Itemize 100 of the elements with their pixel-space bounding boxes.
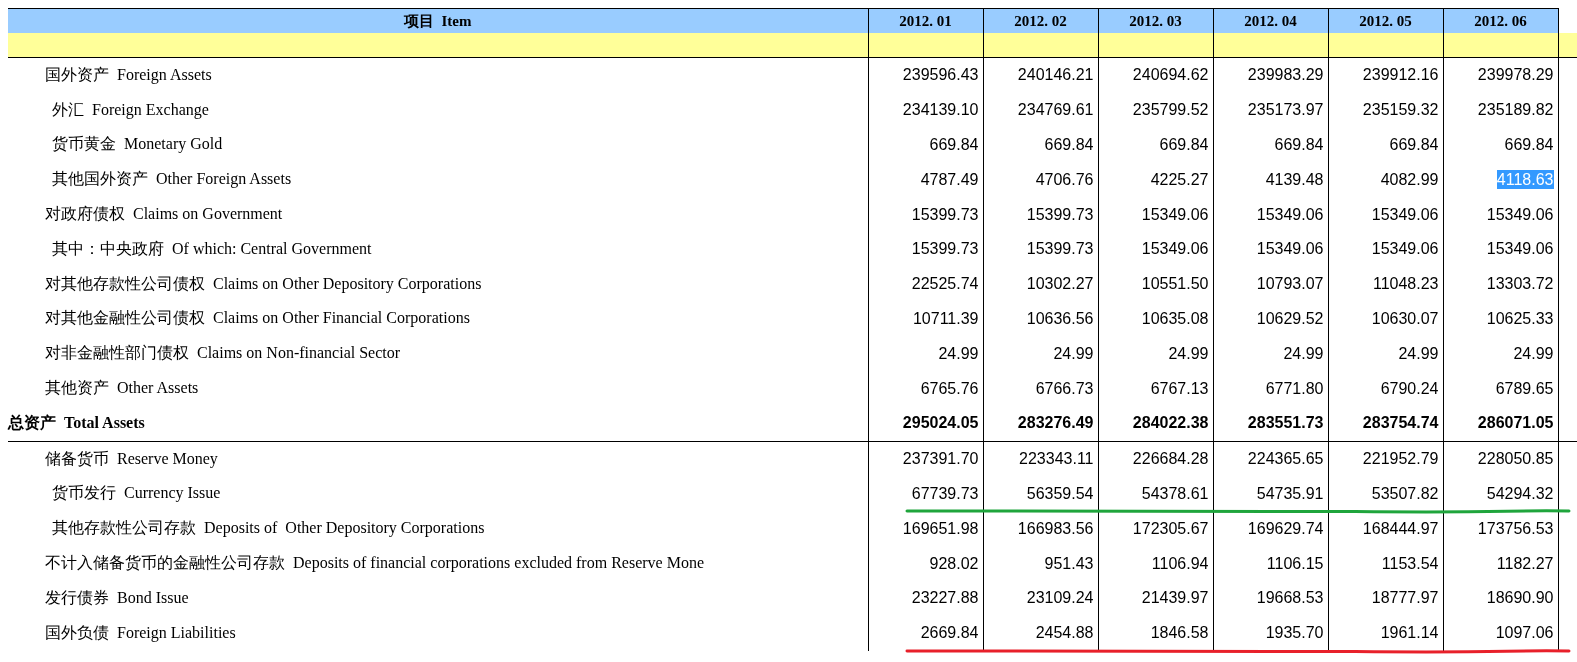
table-cell: 24.99 <box>938 343 979 363</box>
table-cell: 239596.43 <box>902 65 979 85</box>
table-cell: 239983.29 <box>1247 65 1324 85</box>
table-cell: 54378.61 <box>1141 483 1209 503</box>
table-cell: 15349.06 <box>1371 204 1439 224</box>
table-cell: 239978.29 <box>1477 65 1554 85</box>
table-cell: 669.84 <box>1274 135 1324 154</box>
table-cell: 4139.48 <box>1265 169 1324 189</box>
row-label: 对其他存款性公司债权 Claims on Other Depository Corporations <box>45 274 482 292</box>
table-cell: 6767.13 <box>1150 378 1209 398</box>
table-cell: 24.99 <box>1513 343 1554 363</box>
table-cell: 6765.76 <box>920 378 979 398</box>
table-cell: 166983.56 <box>1017 518 1094 538</box>
table-cell: 19668.53 <box>1256 588 1324 608</box>
table-cell: 169629.74 <box>1247 518 1324 538</box>
table-cell: 15349.06 <box>1256 204 1324 224</box>
table-cell: 15349.06 <box>1486 204 1554 224</box>
table-cell: 283551.73 <box>1247 413 1324 433</box>
row-label: 其他存款性公司存款 Deposits of Other Depository Corporations <box>52 519 485 537</box>
row-label: 对非金融性部门债权 Claims on Non-financial Sector <box>45 344 401 362</box>
table-cell: 67739.73 <box>911 483 979 503</box>
row-label: 货币黄金 Monetary Gold <box>52 135 223 153</box>
column-header: 项目 Item <box>8 8 868 33</box>
table-cell: 6789.65 <box>1495 378 1554 398</box>
table-cell: 226684.28 <box>1132 449 1209 469</box>
row-label: 货币发行 Currency Issue <box>52 484 221 502</box>
table-cell: 1182.27 <box>1496 553 1554 573</box>
table-cell: 24.99 <box>1168 343 1209 363</box>
table-cell: 1106.15 <box>1266 553 1324 573</box>
table-cell: 283276.49 <box>1017 413 1094 433</box>
row-label: 总资产 Total Assets <box>8 413 145 431</box>
table-cell: 1935.70 <box>1265 623 1324 643</box>
table-cell: 15399.73 <box>911 239 979 259</box>
row-label: 外汇 Foreign Exchange <box>52 100 209 118</box>
row-label: 其中：中央政府 Of which: Central Government <box>52 239 372 257</box>
table-cell: 15349.06 <box>1141 239 1209 259</box>
table-cell: 10629.52 <box>1256 308 1324 328</box>
table-cell: 4706.76 <box>1035 169 1094 189</box>
table-cell: 10551.50 <box>1141 274 1209 294</box>
table-cell: 234769.61 <box>1017 100 1094 120</box>
table-cell: 235799.52 <box>1132 100 1209 120</box>
table-cell: 1153.54 <box>1381 553 1439 573</box>
table-cell: 2454.88 <box>1035 623 1094 643</box>
table-cell: 23227.88 <box>911 588 979 608</box>
table-cell: 2669.84 <box>920 623 979 643</box>
row-label: 对政府债权 Claims on Government <box>45 205 283 223</box>
table-cell: 172305.67 <box>1132 518 1209 538</box>
table-cell: 15349.06 <box>1486 239 1554 259</box>
table-cell: 24.99 <box>1053 343 1094 363</box>
table-cell: 669.84 <box>1389 135 1439 154</box>
table-cell: 10793.07 <box>1256 274 1324 294</box>
table-cell: 6790.24 <box>1380 378 1439 398</box>
row-label: 发行债券 Bond Issue <box>45 588 189 606</box>
table-cell: 228050.85 <box>1477 449 1554 469</box>
table-cell: 21439.97 <box>1141 588 1209 608</box>
table-cell: 18690.90 <box>1486 588 1554 608</box>
table-cell: 1106.94 <box>1151 553 1209 573</box>
table-cell: 223343.11 <box>1019 449 1094 469</box>
table-cell: 6771.80 <box>1265 378 1324 398</box>
table-cell: 235159.32 <box>1362 100 1439 120</box>
table-cell: 56359.54 <box>1026 483 1094 503</box>
table-cell: 24.99 <box>1283 343 1324 363</box>
table-cell: 10635.08 <box>1141 308 1209 328</box>
column-header: 2012. 04 <box>1213 8 1328 33</box>
table-cell: 669.84 <box>1504 135 1554 154</box>
column-header: 2012. 03 <box>1098 8 1213 33</box>
column-header: 2012. 02 <box>983 8 1098 33</box>
table-cell: 10625.33 <box>1486 308 1554 328</box>
table-cell: 6766.73 <box>1035 378 1094 398</box>
table-cell: 23109.24 <box>1026 588 1094 608</box>
table-cell: 10302.27 <box>1026 274 1094 294</box>
table-cell: 669.84 <box>929 135 979 154</box>
table-cell: 15399.73 <box>911 204 979 224</box>
column-header: 2012. 01 <box>868 8 983 33</box>
table-cell: 168444.97 <box>1362 518 1439 538</box>
table-cell: 15349.06 <box>1141 204 1209 224</box>
table-cell: 239912.16 <box>1362 65 1439 85</box>
table-cell: 15349.06 <box>1256 239 1324 259</box>
table-cell: 11048.23 <box>1372 274 1439 294</box>
table-cell: 286071.05 <box>1477 413 1554 433</box>
table-cell: 18777.97 <box>1371 588 1439 608</box>
table-cell: 234139.10 <box>902 100 979 120</box>
table-cell: 53507.82 <box>1371 483 1439 503</box>
table-cell: 295024.05 <box>902 413 979 433</box>
row-label: 其他资产 Other Assets <box>45 379 199 397</box>
table-cell: 10636.56 <box>1026 308 1094 328</box>
table-cell: 235173.97 <box>1247 100 1324 120</box>
row-label: 国外负债 Foreign Liabilities <box>45 623 236 641</box>
table-cell: 928.02 <box>929 553 979 573</box>
table-cell: 13303.72 <box>1486 274 1554 294</box>
table-cell: 24.99 <box>1398 343 1439 363</box>
column-header: 2012. 05 <box>1328 8 1443 33</box>
table-cell: 224365.65 <box>1247 449 1324 469</box>
table-cell: 10630.07 <box>1371 308 1439 328</box>
table-cell: 15399.73 <box>1026 239 1094 259</box>
table-cell: 1097.06 <box>1495 623 1554 643</box>
table-cell: 237391.70 <box>902 449 979 469</box>
table-cell: 4118.63 <box>1496 169 1554 189</box>
table-cell: 173756.53 <box>1477 518 1554 538</box>
table-cell: 221952.79 <box>1362 449 1439 469</box>
